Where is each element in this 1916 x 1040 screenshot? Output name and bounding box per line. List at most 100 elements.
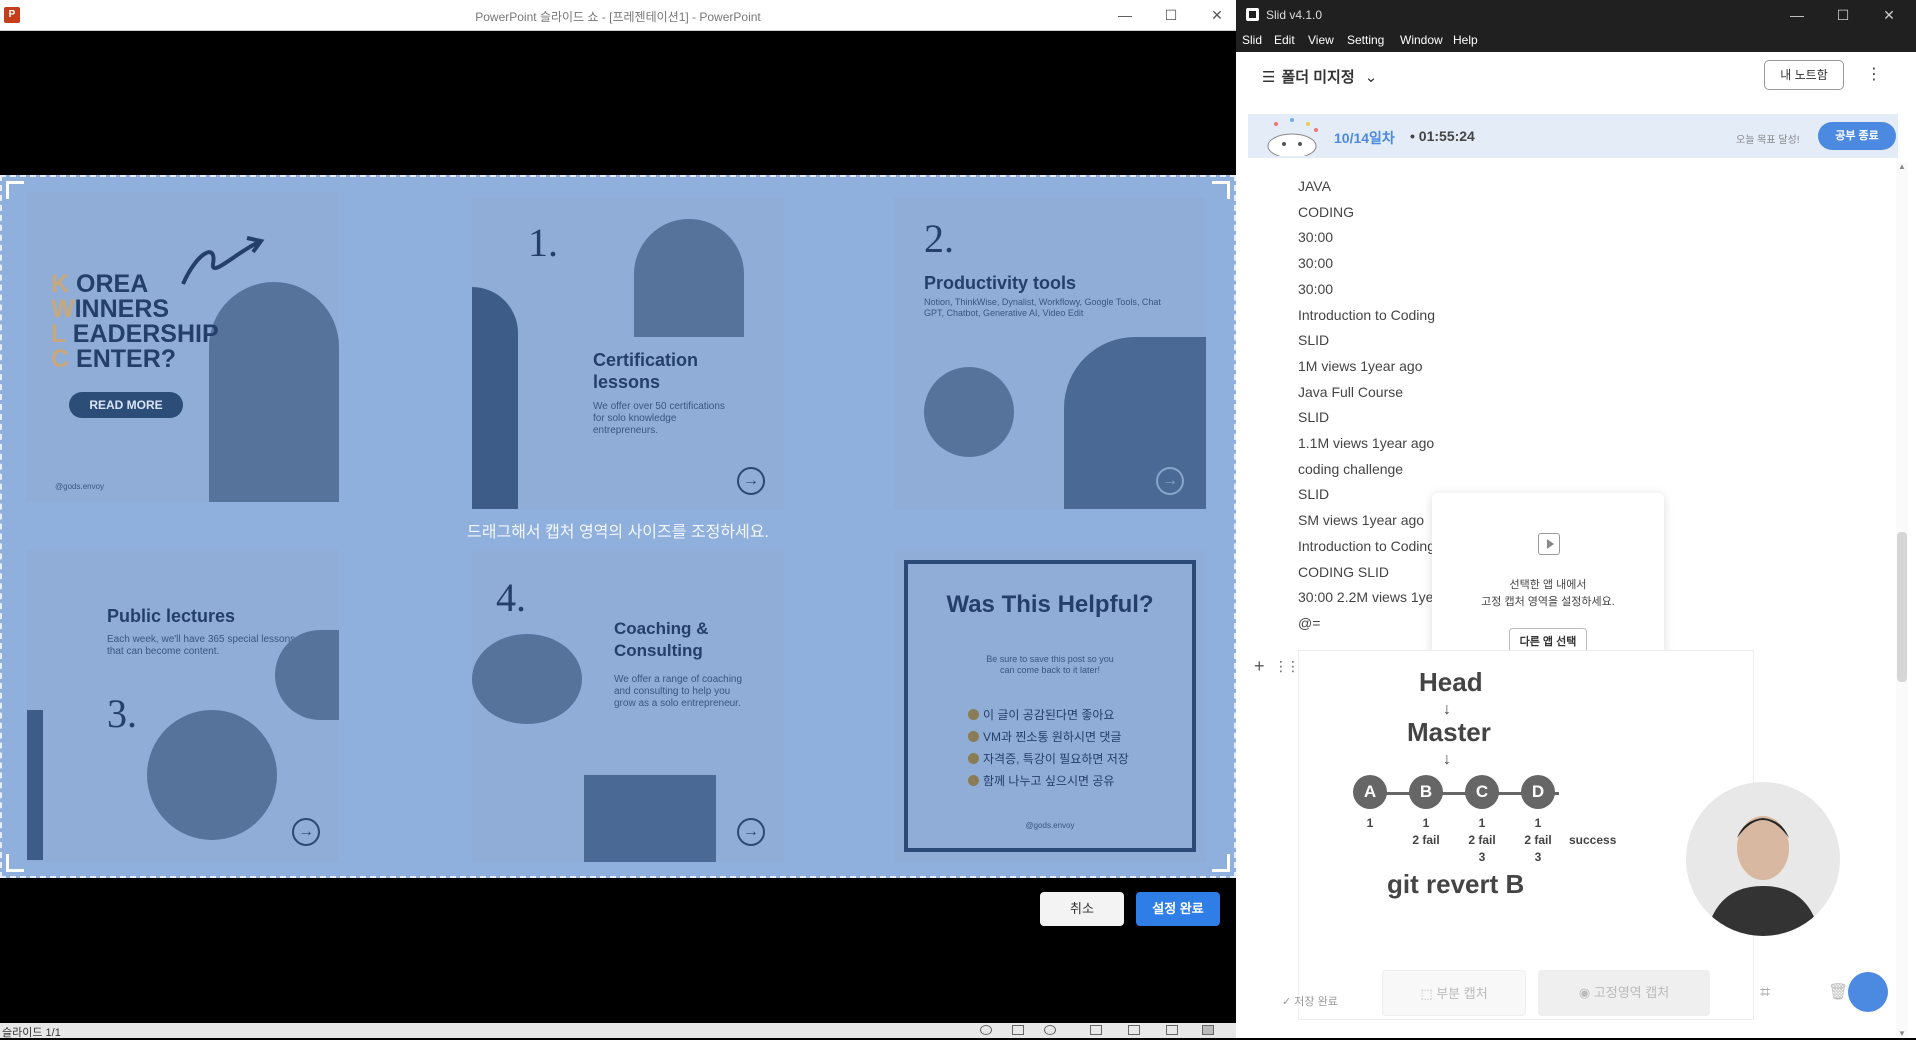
scrollbar-thumb[interactable] (1897, 532, 1907, 682)
minimize-button[interactable]: — (1774, 0, 1820, 30)
ppt-window-title: PowerPoint 슬라이드 쇼 - [프레젠테이션1] - PowerPoi… (475, 10, 761, 24)
helpful-item: 함께 나누고 싶으시면 공유 (968, 772, 1114, 789)
commit-label: 12 fail 3 (1524, 816, 1552, 864)
card-heading: Productivity tools (924, 273, 1077, 293)
fixed-area-capture-button[interactable]: ◉ 고정영역 캡처 (1538, 970, 1710, 1016)
note-line[interactable]: 1M views 1year ago (1298, 358, 1423, 374)
laptop-photo (1064, 337, 1206, 509)
share-icon (968, 775, 979, 786)
card-number: 1. (528, 220, 558, 265)
slide-card-coaching: 4. Coaching & Consulting We offer a rang… (472, 550, 784, 862)
note-line[interactable]: Java Full Course (1298, 384, 1403, 400)
kwlc-title: K OREA WINNERS L EADERSHIP C ENTER? (51, 270, 219, 373)
success-label: success (1569, 833, 1617, 847)
menu-setting[interactable]: Setting (1347, 33, 1384, 47)
notes-icon[interactable] (1012, 1025, 1024, 1035)
fixed-capture-popup: 선택한 앱 내에서 고정 캡처 영역을 설정하세요. 다른 앱 선택 (1432, 493, 1664, 657)
slide-sorter-icon[interactable] (1128, 1025, 1140, 1035)
card-handle: @gods.envoy (1025, 821, 1075, 830)
card-body: We offer a range of coaching and consult… (614, 674, 743, 709)
maximize-button[interactable]: ☐ (1148, 0, 1194, 31)
silhouette-photo (472, 287, 518, 509)
menu-help[interactable]: Help (1453, 33, 1478, 47)
end-study-button[interactable]: 공부 종료 (1818, 122, 1896, 150)
crop-icon[interactable]: ⌗ (1760, 982, 1770, 1003)
my-notebooks-button[interactable]: 내 노트함 (1764, 60, 1844, 90)
maximize-button[interactable]: ☐ (1820, 0, 1866, 30)
partial-capture-button[interactable]: ⬚ 부분 캡처 (1382, 970, 1526, 1016)
commit-node: A (1353, 775, 1387, 809)
reading-view-icon[interactable] (1166, 1025, 1178, 1035)
arrow-right-icon: → (1156, 467, 1184, 495)
slideshow-view-icon[interactable] (1202, 1025, 1214, 1035)
note-line[interactable]: @= (1298, 615, 1320, 631)
note-line[interactable]: SLID (1298, 486, 1329, 502)
study-day: 10/14일차 (1334, 130, 1395, 146)
scroll-up-icon[interactable]: ▲ (1896, 162, 1908, 171)
mascot-icon (1267, 118, 1318, 156)
drag-handle-icon[interactable]: ⋮⋮ (1274, 658, 1300, 675)
folder-label: 폴더 미지정 (1281, 69, 1355, 86)
folder-selector[interactable]: ☰ 폴더 미지정 ⌄ (1262, 66, 1377, 87)
normal-view-icon[interactable] (1090, 1025, 1102, 1035)
note-line[interactable]: 30:00 (1298, 229, 1333, 245)
accessibility-icon[interactable] (980, 1025, 992, 1035)
card-body: Each week, we'll have 365 special lesson… (107, 634, 296, 657)
card-heading: Was This Helpful? (946, 591, 1154, 618)
card-number: 3. (107, 691, 137, 736)
classroom-photo (472, 634, 582, 724)
scroll-down-icon[interactable]: ▼ (1896, 1029, 1908, 1038)
note-line[interactable]: coding challenge (1298, 461, 1403, 477)
note-line[interactable]: SLID (1298, 409, 1329, 425)
note-line[interactable]: 1.1M views 1year ago (1298, 435, 1434, 451)
captured-diagram-image[interactable]: Head ↓ Master ↓ A B C D 1 12 fail 12 fai… (1298, 650, 1754, 1020)
close-button[interactable]: ✕ (1194, 0, 1240, 31)
webcam-bubble[interactable] (1686, 782, 1840, 936)
note-line[interactable]: SLID (1298, 332, 1329, 348)
arrow-down-icon: ↓ (1443, 751, 1451, 768)
slid-window-title: Slid v4.1.0 (1266, 8, 1323, 22)
crop-icon: ⬚ (1420, 986, 1437, 1001)
note-line[interactable]: JAVA (1298, 178, 1331, 194)
trash-icon[interactable]: 🗑 (1828, 982, 1848, 1002)
minimize-button[interactable]: — (1102, 0, 1148, 31)
note-line[interactable]: 30:00 2.2M views 1year ago (1298, 589, 1432, 605)
menu-slid[interactable]: Slid (1242, 33, 1262, 47)
card-heading: Coaching & Consulting (614, 619, 709, 660)
play-icon[interactable] (1044, 1025, 1056, 1035)
diagram-caption: git revert B (1387, 869, 1525, 899)
note-line[interactable]: 30:00 (1298, 281, 1333, 297)
helpful-item: 이 글이 공감된다면 좋아요 (968, 706, 1114, 723)
add-block-icon[interactable]: + (1254, 656, 1265, 677)
slide-card-productivity: 2. Productivity tools Notion, ThinkWise,… (894, 197, 1206, 509)
video-icon (1538, 533, 1560, 555)
menu-window[interactable]: Window (1400, 33, 1443, 47)
close-button[interactable]: ✕ (1866, 0, 1912, 30)
note-scrollbar[interactable]: ▲ ▼ (1896, 162, 1908, 1038)
card-handle: @gods.envoy (55, 482, 105, 491)
ppt-title-bar: P PowerPoint 슬라이드 쇼 - [프레젠테이션1] - PowerP… (0, 0, 1236, 31)
note-line[interactable]: CODING (1298, 204, 1354, 220)
chat-support-button[interactable] (1848, 972, 1888, 1012)
menu-view[interactable]: View (1308, 33, 1334, 47)
note-line[interactable]: Introduction to Coding (1298, 538, 1432, 554)
arrow-right-icon: → (737, 818, 765, 846)
settings-complete-button[interactable]: 설정 완료 (1136, 892, 1220, 926)
commit-node: C (1465, 775, 1499, 809)
note-line[interactable]: CODING SLID (1298, 564, 1389, 580)
card-number: 2. (924, 216, 954, 261)
menu-edit[interactable]: Edit (1274, 33, 1295, 47)
cancel-button[interactable]: 취소 (1040, 892, 1124, 926)
note-line[interactable]: 30:00 (1298, 255, 1333, 271)
note-line[interactable]: Introduction to Coding (1298, 307, 1435, 323)
more-options-icon[interactable]: ⋮ (1866, 64, 1882, 84)
slid-window: Slid v4.1.0 — ☐ ✕ Slid Edit View Setting… (1236, 0, 1916, 1038)
person-avatar-icon (1706, 816, 1820, 936)
commit-label: 12 fail 3 (1468, 816, 1496, 864)
goal-text: 오늘 목표 달성! (1736, 135, 1800, 146)
commit-label: 1 (1366, 816, 1374, 830)
heart-icon (968, 709, 979, 720)
slide-card-lectures: Public lectures Each week, we'll have 36… (27, 550, 339, 862)
list-icon: ☰ (1262, 69, 1276, 86)
note-line[interactable]: SM views 1year ago (1298, 512, 1424, 528)
